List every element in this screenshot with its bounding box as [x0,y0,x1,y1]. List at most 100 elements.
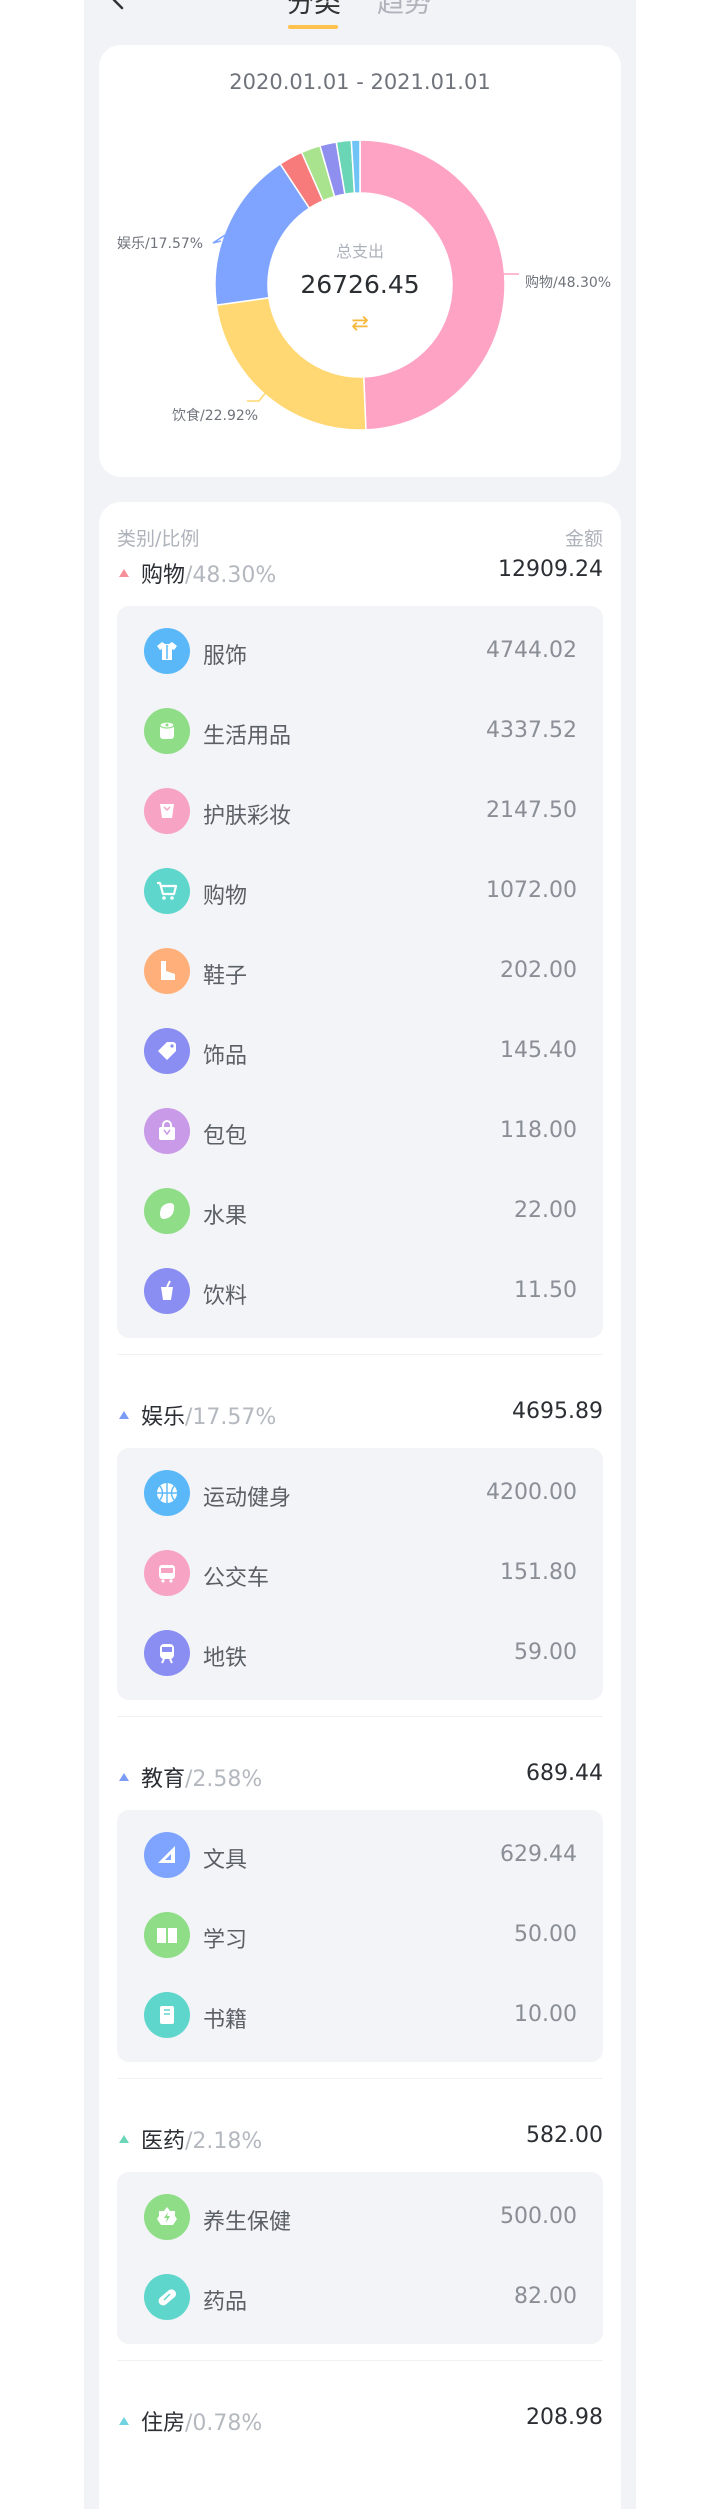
category-amount: 582.00 [526,2123,603,2148]
swap-icon[interactable]: ⇄ [345,311,375,335]
category-name: 医药 [141,2129,186,2154]
subcategory-amount: 202.00 [500,958,577,983]
subcategory-list: 运动健身 4200.00 公交车 151.80 地铁 59.00 [117,1448,603,1700]
subcategory-name: 文具 [203,1848,248,1873]
column-header-amount: 金额 [564,528,603,550]
open-book-icon [144,1912,190,1958]
subcategory-amount: 118.00 [500,1118,577,1143]
subcategory-item[interactable]: 水果 22.00 [117,1172,603,1252]
category-name: 教育 [141,1767,186,1792]
subcategory-amount: 22.00 [514,1198,577,1223]
category-header[interactable]: 购物/48.30% 12909.24 [99,552,621,592]
subcategory-amount: 4337.52 [486,718,577,743]
subcategory-item[interactable]: 运动健身 4200.00 [117,1454,603,1534]
subcategory-item[interactable]: 饮料 11.50 [117,1252,603,1332]
tab-trend[interactable]: 趋势 [377,0,431,20]
subcategory-amount: 629.44 [500,1842,577,1867]
cart-icon [144,868,190,914]
subcategory-item[interactable]: 书籍 10.00 [117,1976,603,2056]
subcategory-amount: 145.40 [500,1038,577,1063]
category-header[interactable]: 教育/2.58% 689.44 [99,1756,621,1796]
subcategory-name: 运动健身 [203,1486,292,1511]
subcategory-amount: 151.80 [500,1560,577,1585]
subcategory-amount: 11.50 [514,1278,577,1303]
tab-category[interactable]: 分类 [287,0,341,20]
subcategory-item[interactable]: 购物 1072.00 [117,852,603,932]
subcategory-item[interactable]: 护肤彩妆 2147.50 [117,772,603,852]
subcategory-name: 护肤彩妆 [203,804,292,829]
basketball-icon [144,1470,190,1516]
subcategory-item[interactable]: 文具 629.44 [117,1816,603,1896]
subcategory-item[interactable]: 药品 82.00 [117,2258,603,2338]
subcategory-item[interactable]: 养生保健 500.00 [117,2178,603,2258]
subcategory-name: 服饰 [203,644,248,669]
subcategory-list: 养生保健 500.00 药品 82.00 [117,2172,603,2344]
subcategory-list: 文具 629.44 学习 50.00 书籍 10.00 [117,1810,603,2062]
active-tab-indicator [288,25,338,29]
category-percent: /2.58% [185,1767,263,1792]
subcategory-item[interactable]: 鞋子 202.00 [117,932,603,1012]
column-header-category: 类别/比例 [117,528,200,550]
subcategory-name: 包包 [203,1124,248,1149]
subcategory-amount: 59.00 [514,1640,577,1665]
fruit-icon [144,1188,190,1234]
subcategory-item[interactable]: 公交车 151.80 [117,1534,603,1614]
ring-icon [144,1028,190,1074]
expand-triangle-icon[interactable] [119,1411,129,1419]
subcategory-item[interactable]: 包包 118.00 [117,1092,603,1172]
subcategory-item[interactable]: 饰品 145.40 [117,1012,603,1092]
subcategory-item[interactable]: 服饰 4744.02 [117,612,603,692]
category-name: 住房 [141,2411,186,2436]
group-divider [117,2360,603,2361]
subway-icon [144,1630,190,1676]
tissue-roll-icon [144,708,190,754]
expand-triangle-icon[interactable] [119,569,129,577]
back-arrow-icon[interactable] [108,0,128,10]
subcategory-amount: 50.00 [514,1922,577,1947]
category-name: 购物 [141,563,186,588]
chart-label-shopping: 购物/48.30% [525,275,612,291]
subcategory-name: 购物 [203,884,248,909]
group-divider [117,1354,603,1355]
bag-icon [144,1108,190,1154]
subcategory-amount: 10.00 [514,2002,577,2027]
subcategory-amount: 4744.02 [486,638,577,663]
subcategory-list: 服饰 4744.02 生活用品 4337.52 护肤彩妆 2147.50 购物 … [117,606,603,1338]
bus-icon [144,1550,190,1596]
subcategory-amount: 82.00 [514,2284,577,2309]
category-percent: /17.57% [185,1405,277,1430]
ruler-icon [144,1832,190,1878]
subcategory-item[interactable]: 生活用品 4337.52 [117,692,603,772]
expand-triangle-icon[interactable] [119,2135,129,2143]
subcategory-item[interactable]: 地铁 59.00 [117,1614,603,1694]
app-screen: 分类 趋势 2020.01.01 - 2021.01.01 总支出 26726.… [84,0,636,2509]
category-header[interactable]: 娱乐/17.57% 4695.89 [99,1394,621,1434]
category-header[interactable]: 医药/2.18% 582.00 [99,2118,621,2158]
subcategory-name: 生活用品 [203,724,292,749]
category-name: 娱乐 [141,1405,186,1430]
category-percent: /0.78% [185,2411,263,2436]
subcategory-name: 养生保健 [203,2210,292,2235]
category-header[interactable]: 住房/0.78% 208.98 [99,2400,621,2440]
cup-icon [144,1268,190,1314]
subcategory-amount: 2147.50 [486,798,577,823]
subcategory-amount: 4200.00 [486,1480,577,1505]
subcategory-amount: 500.00 [500,2204,577,2229]
book-icon [144,1992,190,2038]
cosmetics-icon [144,788,190,834]
shirt-icon [144,628,190,674]
subcategory-name: 药品 [203,2290,248,2315]
subcategory-amount: 1072.00 [486,878,577,903]
category-amount: 4695.89 [512,1399,603,1424]
subcategory-name: 公交车 [203,1566,270,1591]
subcategory-name: 学习 [203,1928,248,1953]
category-amount: 689.44 [526,1761,603,1786]
subcategory-name: 饮料 [203,1284,248,1309]
expand-triangle-icon[interactable] [119,1773,129,1781]
health-icon [144,2194,190,2240]
subcategory-name: 饰品 [203,1044,248,1069]
category-percent: /48.30% [185,563,277,588]
subcategory-item[interactable]: 学习 50.00 [117,1896,603,1976]
expand-triangle-icon[interactable] [119,2417,129,2425]
subcategory-name: 水果 [203,1204,248,1229]
